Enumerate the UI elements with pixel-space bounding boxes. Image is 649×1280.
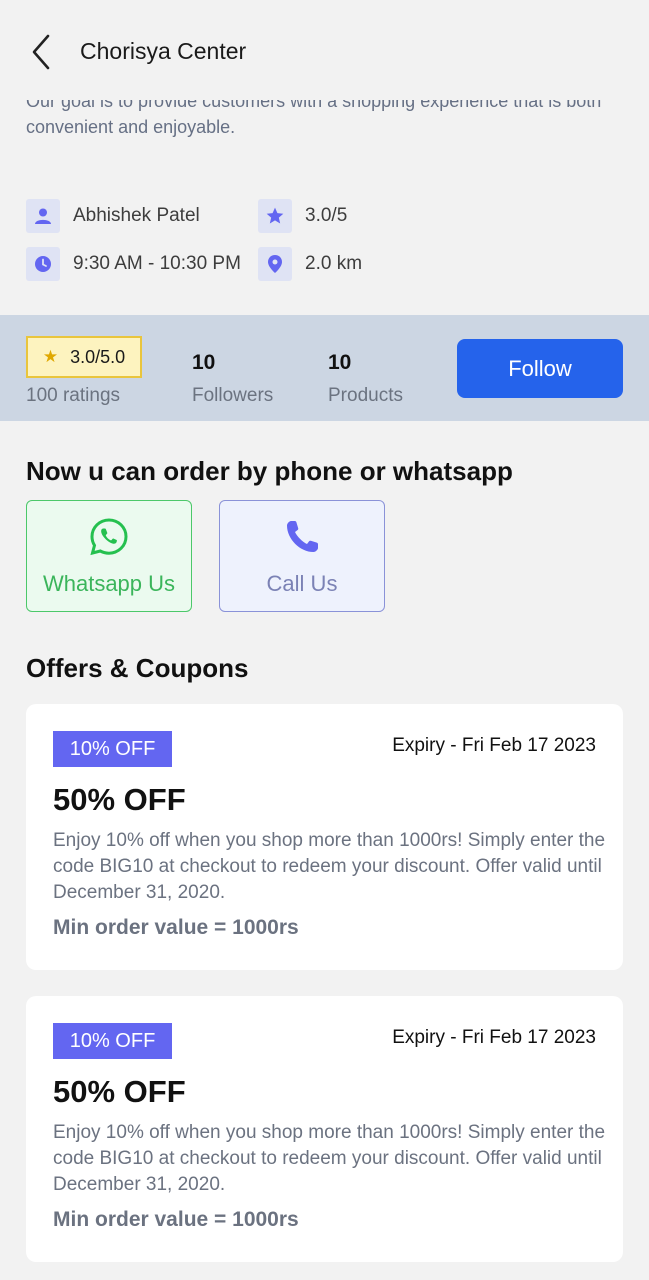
followers-label: Followers <box>192 385 274 406</box>
hours-info: 9:30 AM - 10:30 PM <box>26 247 241 281</box>
rating-badge: ★ 3.0/5.0 <box>26 336 142 378</box>
coupon-title: 50% OFF <box>53 782 186 817</box>
owner-info: Abhishek Patel <box>26 199 200 233</box>
whatsapp-icon <box>27 517 191 557</box>
owner-name: Abhishek Patel <box>73 205 200 226</box>
discount-tag: 10% OFF <box>53 1023 172 1059</box>
whatsapp-button[interactable]: Whatsapp Us <box>26 500 192 612</box>
followers-count: 10 <box>192 351 216 374</box>
rating-info: 3.0/5 <box>258 199 347 233</box>
page-title: Chorisya Center <box>80 38 247 64</box>
ratings-count: 100 ratings <box>26 385 121 406</box>
star-icon: ★ <box>42 347 59 366</box>
coupon-card[interactable]: 10% OFF Expiry - Fri Feb 17 2023 50% OFF… <box>26 996 623 1262</box>
person-icon <box>26 199 60 233</box>
min-order-value: Min order value = 1000rs <box>53 1208 299 1231</box>
back-arrow-icon[interactable] <box>26 32 60 72</box>
stats-bar: ★ 3.0/5.0 100 ratings 10 Followers 10 Pr… <box>0 315 649 421</box>
call-button[interactable]: Call Us <box>219 500 385 612</box>
products-count: 10 <box>328 351 352 374</box>
products-label: Products <box>328 385 403 406</box>
discount-tag: 10% OFF <box>53 731 172 767</box>
coupon-card[interactable]: 10% OFF Expiry - Fri Feb 17 2023 50% OFF… <box>26 704 623 970</box>
coupon-description: Enjoy 10% off when you shop more than 10… <box>53 830 606 903</box>
order-heading: Now u can order by phone or whatsapp <box>26 456 513 486</box>
offers-heading: Offers & Coupons <box>26 653 249 683</box>
store-distance: 2.0 km <box>305 253 363 274</box>
star-icon <box>258 199 292 233</box>
coupon-description: Enjoy 10% off when you shop more than 10… <box>53 1122 606 1195</box>
location-pin-icon <box>258 247 292 281</box>
whatsapp-label: Whatsapp Us <box>42 571 176 596</box>
follow-button[interactable]: Follow <box>457 339 623 398</box>
expiry-date: Expiry - Fri Feb 17 2023 <box>392 1027 596 1048</box>
min-order-value: Min order value = 1000rs <box>53 916 299 939</box>
clock-icon <box>26 247 60 281</box>
coupon-title: 50% OFF <box>53 1074 186 1109</box>
phone-icon <box>220 517 384 557</box>
store-rating: 3.0/5 <box>305 205 348 226</box>
call-label: Call Us <box>266 571 338 596</box>
store-hours: 9:30 AM - 10:30 PM <box>73 253 241 274</box>
rating-badge-value: 3.0/5.0 <box>70 346 126 367</box>
app-header: Chorisya Center <box>0 0 649 100</box>
distance-info: 2.0 km <box>258 247 362 281</box>
expiry-date: Expiry - Fri Feb 17 2023 <box>392 735 596 756</box>
